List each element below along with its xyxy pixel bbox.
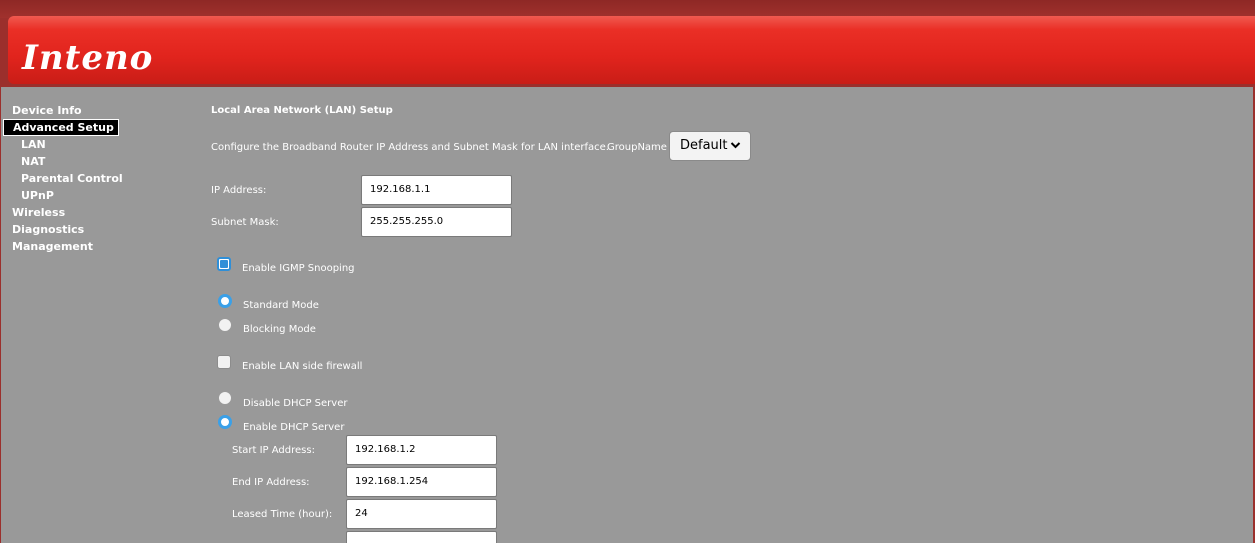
lan-firewall-checkbox[interactable] xyxy=(217,355,231,369)
page-title: Local Area Network (LAN) Setup xyxy=(211,105,393,116)
enable-dhcp-radio[interactable] xyxy=(218,415,232,429)
blocking-mode-radio[interactable] xyxy=(218,318,232,332)
disable-dhcp-label: Disable DHCP Server xyxy=(243,398,348,409)
sidebar-item-diagnostics[interactable]: Diagnostics xyxy=(12,222,84,237)
groupname-select[interactable]: Default xyxy=(669,131,751,161)
main-content-area: Device Info Advanced Setup LAN NAT Paren… xyxy=(1,87,1253,543)
inteno-logo: Inteno xyxy=(22,38,154,78)
sidebar-item-wireless[interactable]: Wireless xyxy=(12,205,65,220)
groupname-label: GroupName xyxy=(607,142,667,153)
end-ip-label: End IP Address: xyxy=(232,477,310,488)
sidebar-item-device-info[interactable]: Device Info xyxy=(12,103,82,118)
standard-mode-label: Standard Mode xyxy=(243,300,319,311)
header-banner xyxy=(8,16,1255,84)
enable-dhcp-label: Enable DHCP Server xyxy=(243,422,345,433)
standard-mode-radio[interactable] xyxy=(218,294,232,308)
igmp-snooping-checkbox[interactable] xyxy=(217,257,231,271)
subnet-mask-label: Subnet Mask: xyxy=(211,217,279,228)
sidebar-item-upnp[interactable]: UPnP xyxy=(21,188,54,203)
groupname-value: Default xyxy=(680,138,728,153)
lease-time-input[interactable]: 24 xyxy=(346,499,497,529)
sidebar-item-lan[interactable]: LAN xyxy=(21,137,46,152)
start-ip-label: Start IP Address: xyxy=(232,445,315,456)
sidebar-item-management[interactable]: Management xyxy=(12,239,93,254)
blocking-mode-label: Blocking Mode xyxy=(243,324,316,335)
sidebar-item-nat[interactable]: NAT xyxy=(21,154,45,169)
chevron-down-icon xyxy=(730,132,741,171)
next-field-input[interactable] xyxy=(346,531,497,543)
disable-dhcp-radio[interactable] xyxy=(218,391,232,405)
igmp-snooping-label: Enable IGMP Snooping xyxy=(242,263,355,274)
sidebar-item-advanced-setup[interactable]: Advanced Setup xyxy=(3,119,119,136)
start-ip-input[interactable]: 192.168.1.2 xyxy=(346,435,497,465)
sidebar-item-parental-control[interactable]: Parental Control xyxy=(21,171,123,186)
lan-description: Configure the Broadband Router IP Addres… xyxy=(211,142,609,153)
ip-address-label: IP Address: xyxy=(211,185,267,196)
subnet-mask-input[interactable]: 255.255.255.0 xyxy=(361,207,512,237)
end-ip-input[interactable]: 192.168.1.254 xyxy=(346,467,497,497)
ip-address-input[interactable]: 192.168.1.1 xyxy=(361,175,512,205)
lease-time-label: Leased Time (hour): xyxy=(232,509,333,520)
lan-firewall-label: Enable LAN side firewall xyxy=(242,361,363,372)
